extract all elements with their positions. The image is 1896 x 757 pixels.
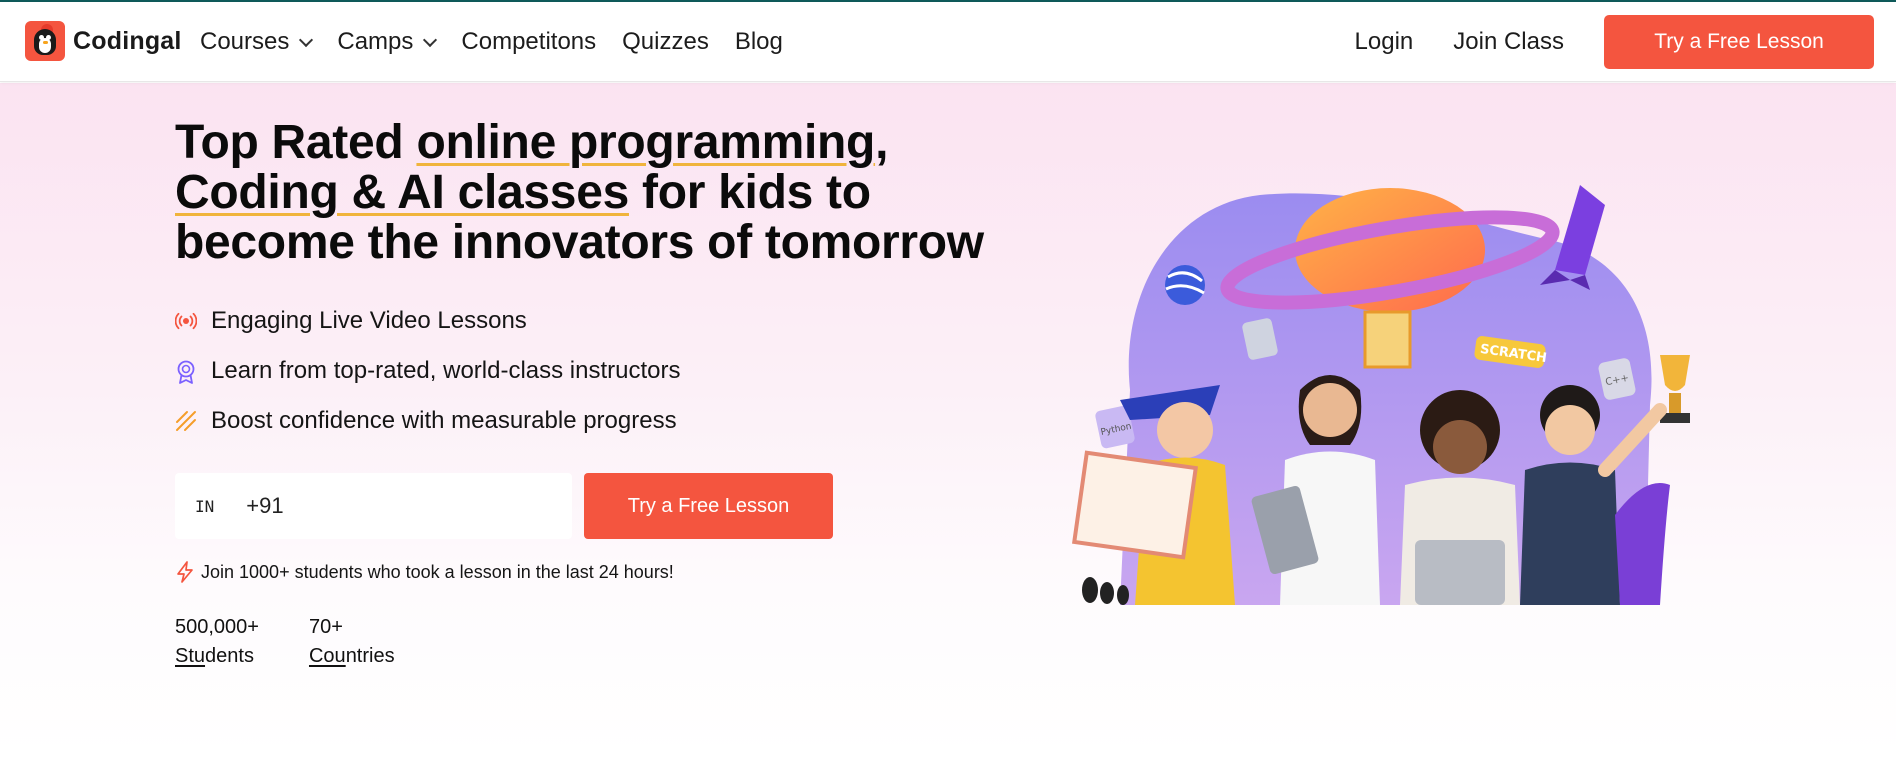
feature-text: Engaging Live Video Lessons	[211, 307, 527, 334]
chevron-down-icon	[423, 32, 438, 47]
nav-item-courses[interactable]: Courses	[200, 28, 314, 56]
nav-item-camps[interactable]: Camps	[337, 28, 438, 56]
stat-label-part: Stu	[175, 645, 206, 667]
stat-value: 500,000+	[175, 616, 259, 638]
headline-text: ,	[875, 116, 889, 169]
stat-students: 500,000+ Students	[175, 612, 259, 670]
nav-actions: Login Join Class Try a Free Lesson	[1355, 2, 1874, 82]
feature-text: Boost confidence with measurable progres…	[211, 407, 677, 434]
stat-label: Students	[175, 642, 259, 670]
phone-input[interactable]	[246, 493, 527, 519]
headline-text: Top Rated	[175, 116, 417, 169]
scratch-code-card	[1363, 310, 1412, 369]
progress-stripes-icon	[175, 410, 197, 432]
nav-item-label: Courses	[200, 28, 290, 55]
social-proof-text: Join 1000+ students who took a lesson in…	[201, 561, 674, 582]
feature-item: Engaging Live Video Lessons	[174, 296, 681, 346]
brand-logo[interactable]: Codingal	[25, 21, 182, 61]
try-free-lesson-button[interactable]: Try a Free Lesson	[1604, 15, 1874, 69]
top-navbar: Codingal Courses Camps Competitons Quizz…	[0, 2, 1896, 82]
main-menu: Courses Camps Competitons Quizzes Blog	[200, 2, 809, 82]
nav-item-label: Blog	[734, 28, 783, 55]
chevron-down-icon	[299, 32, 314, 47]
hero-headline: Top Rated online programming, Coding & AI…	[175, 118, 1035, 268]
social-proof: Join 1000+ students who took a lesson in…	[175, 561, 674, 583]
brand-name: Codingal	[73, 26, 182, 55]
nav-item-label: Competitons	[461, 28, 597, 55]
country-code-selector[interactable]: IN	[195, 497, 214, 516]
lightning-icon	[177, 561, 193, 583]
stat-label: Countries	[309, 642, 395, 670]
nav-item-label: Quizzes	[622, 28, 709, 55]
certificate	[1072, 450, 1198, 560]
join-class-link[interactable]: Join Class	[1453, 28, 1564, 56]
nav-item-competitions[interactable]: Competitons	[461, 28, 596, 56]
stat-label-part: Cou	[308, 645, 346, 667]
nav-item-blog[interactable]: Blog	[735, 28, 783, 56]
stats-row: 500,000+ Students 70+ Countries	[175, 612, 445, 670]
phone-field[interactable]: IN	[175, 473, 572, 539]
headline-highlight: online programming	[416, 116, 876, 169]
live-broadcast-icon	[174, 310, 198, 332]
nav-item-quizzes[interactable]: Quizzes	[622, 28, 709, 56]
stat-countries: 70+ Countries	[309, 612, 395, 670]
headline-highlight: Coding & AI classes	[175, 166, 629, 219]
feature-text: Learn from top-rated, world-class instru…	[211, 357, 681, 384]
stat-label-part: ntries	[345, 645, 395, 667]
penguin-logo-icon	[25, 21, 65, 61]
feature-item: Boost confidence with measurable progres…	[175, 396, 681, 446]
award-ribbon-icon	[175, 360, 197, 384]
feature-item: Learn from top-rated, world-class instru…	[175, 346, 681, 396]
hero-try-free-lesson-button[interactable]: Try a Free Lesson	[584, 473, 833, 539]
stat-label-part: dents	[205, 645, 254, 667]
nav-item-label: Camps	[337, 28, 414, 55]
login-link[interactable]: Login	[1355, 28, 1414, 56]
hero-illustration: SCRATCH Python C++	[1072, 185, 1690, 605]
feature-list: Engaging Live Video Lessons Learn from t…	[174, 296, 681, 446]
stat-value: 70+	[308, 616, 343, 638]
